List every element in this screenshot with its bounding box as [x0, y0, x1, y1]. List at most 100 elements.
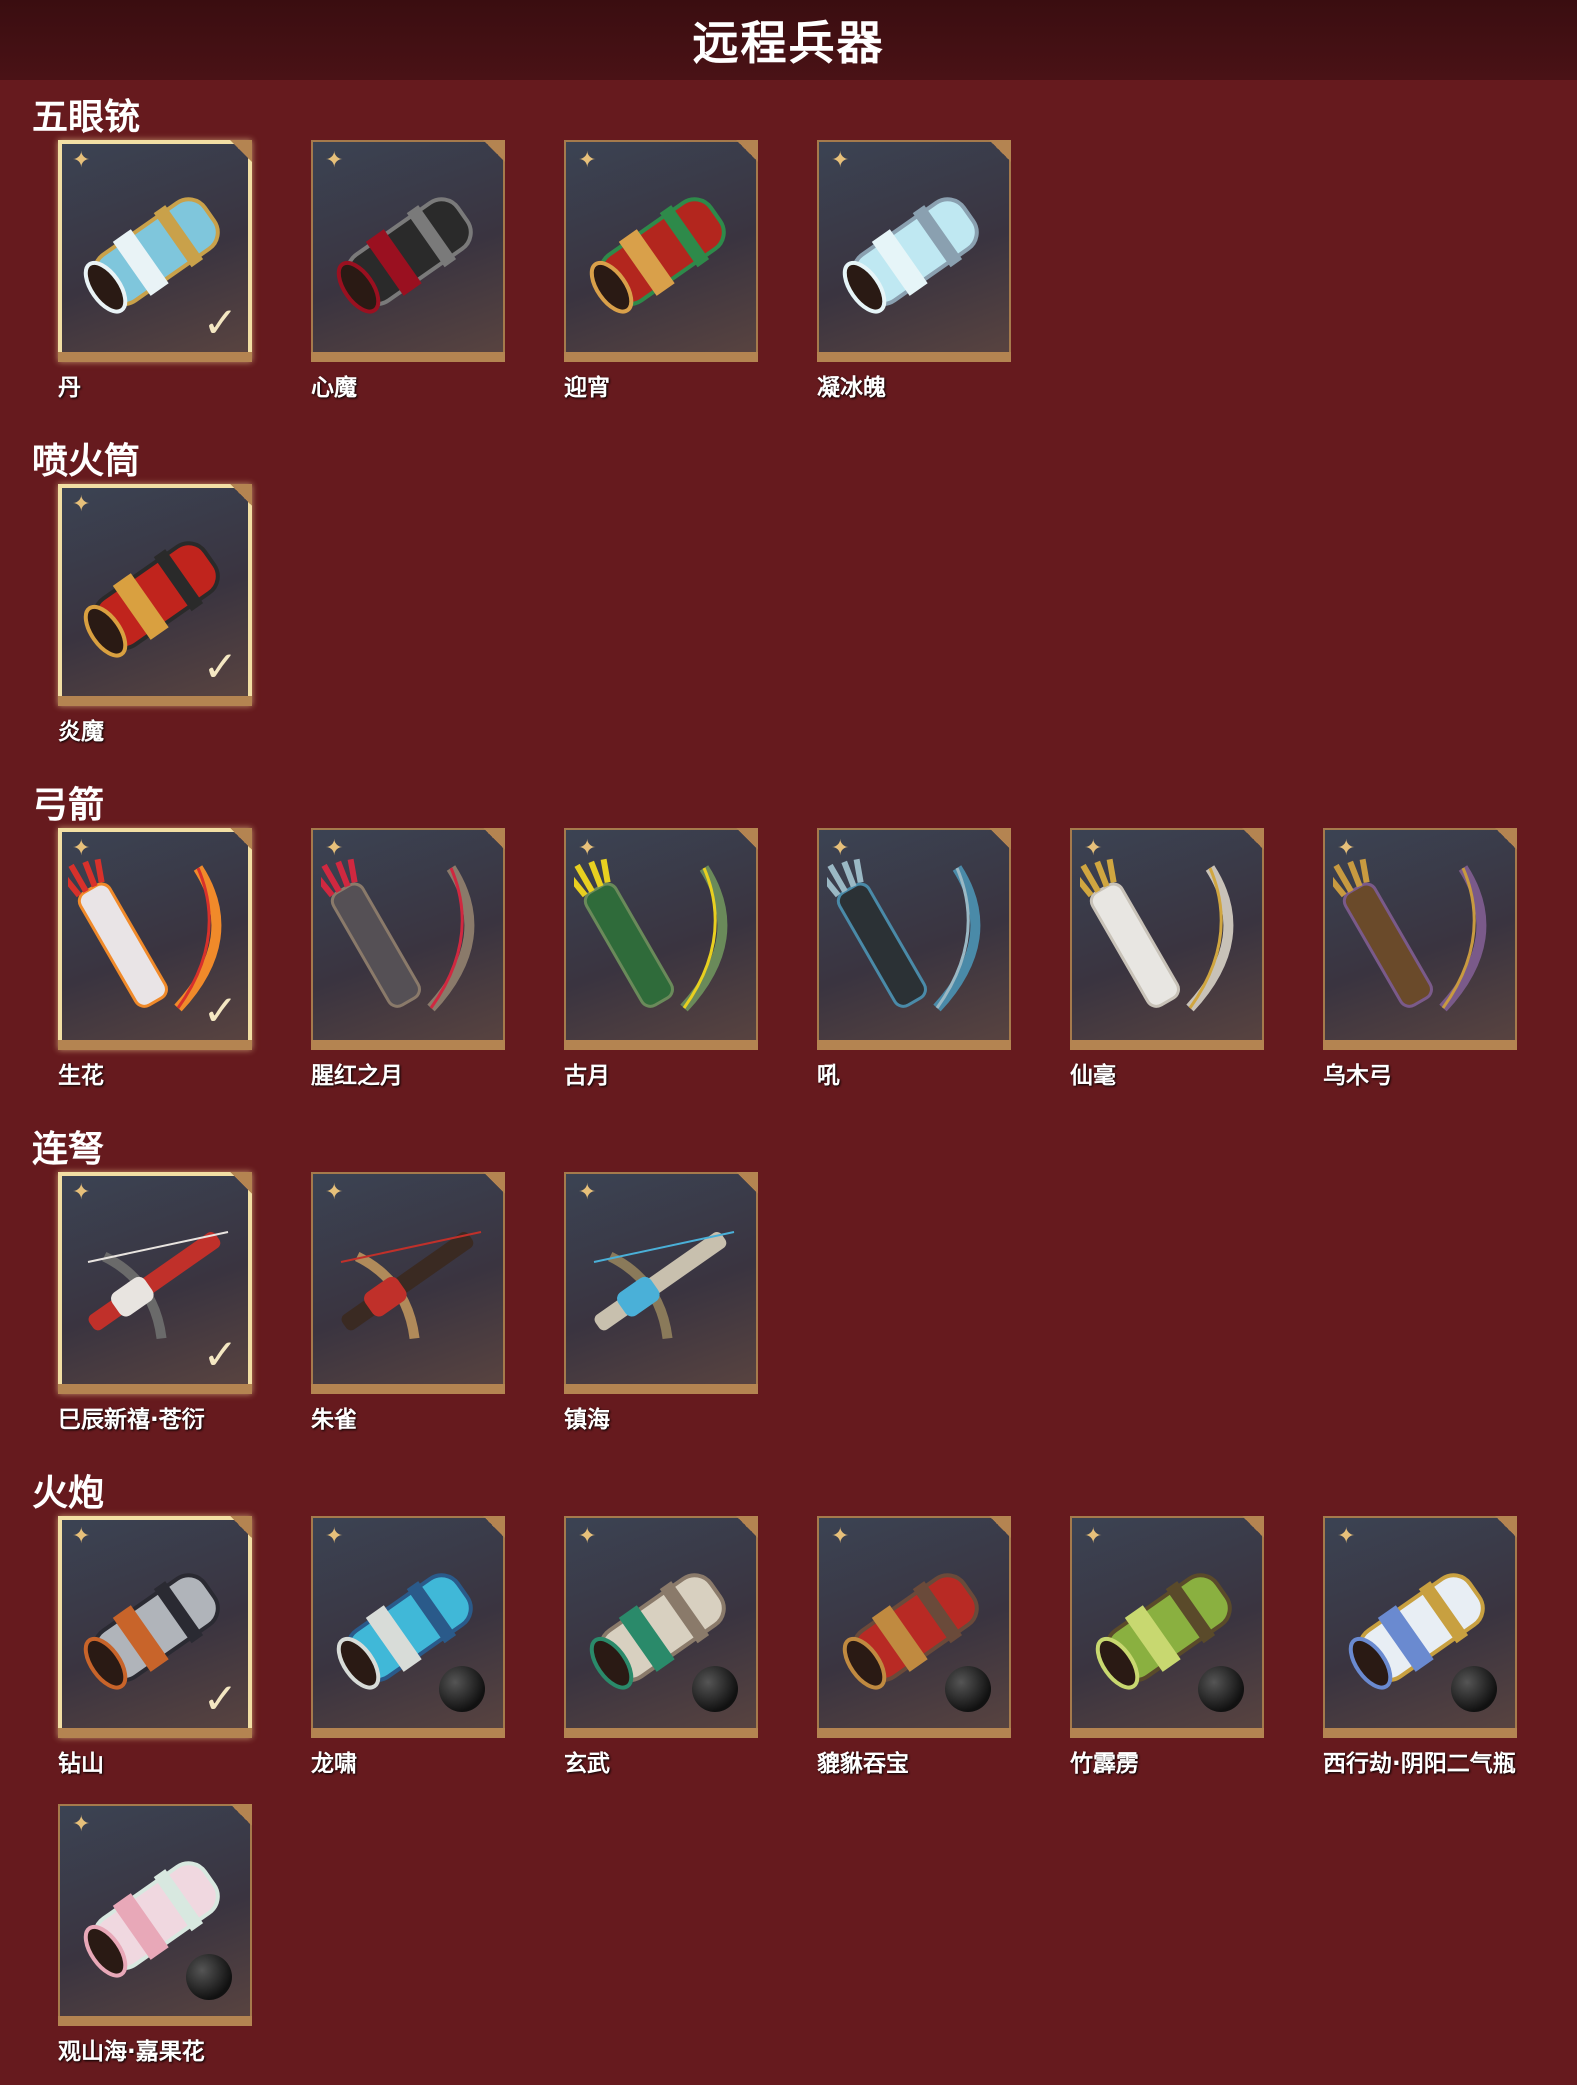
sparkle-icon: ✦ [578, 836, 597, 861]
weapon-name: 巳辰新禧·苍衍 [58, 1407, 205, 1433]
weapon-card[interactable]: ✦ 古月 [564, 828, 758, 1089]
sparkle-icon: ✦ [72, 492, 91, 517]
sparkle-icon: ✦ [831, 836, 850, 861]
weapon-name: 镇海 [564, 1407, 610, 1433]
weapon-name: 吼 [817, 1063, 840, 1089]
weapon-card[interactable]: ✦ 西行劫·阴阳二气瓶 [1323, 1516, 1517, 1777]
sparkle-icon: ✦ [325, 1180, 344, 1205]
cannonball-icon [692, 1666, 738, 1712]
weapon-name: 乌木弓 [1323, 1063, 1392, 1089]
weapon-name: 腥红之月 [311, 1063, 403, 1089]
corner-tab-icon [230, 828, 252, 850]
checkmark-icon: ✓ [202, 986, 238, 1035]
corner-tab-icon [483, 1516, 505, 1538]
weapon-card[interactable]: ✦ 龙啸 [311, 1516, 505, 1777]
corner-tab-icon [736, 140, 758, 162]
card-bottom-strip [564, 1384, 758, 1394]
weapon-card[interactable]: ✦ 乌木弓 [1323, 828, 1517, 1089]
weapon-name: 古月 [564, 1063, 610, 1089]
cannonball-icon [945, 1666, 991, 1712]
weapon-card[interactable]: ✦ 朱雀 [311, 1172, 505, 1433]
corner-tab-icon [230, 484, 252, 506]
sparkle-icon: ✦ [72, 148, 91, 173]
weapon-card[interactable]: ✦ 竹霹雳 [1070, 1516, 1264, 1777]
weapon-name: 迎宵 [564, 375, 610, 401]
corner-tab-icon [989, 140, 1011, 162]
card-bottom-strip [1070, 1728, 1264, 1738]
cannonball-icon [1198, 1666, 1244, 1712]
corner-tab-icon [483, 140, 505, 162]
weapon-name: 貔貅吞宝 [817, 1751, 909, 1777]
card-bottom-strip [311, 1040, 505, 1050]
sparkle-icon: ✦ [325, 1524, 344, 1549]
corner-tab-icon [483, 1172, 505, 1194]
cannonball-icon [186, 1954, 232, 2000]
weapon-card[interactable]: ✦ ✓ 巳辰新禧·苍衍 [58, 1172, 252, 1433]
card-bottom-strip [564, 352, 758, 362]
checkmark-icon: ✓ [202, 298, 238, 347]
cannonball-icon [439, 1666, 485, 1712]
sparkle-icon: ✦ [325, 148, 344, 173]
weapon-card[interactable]: ✦ 腥红之月 [311, 828, 505, 1089]
sparkle-icon: ✦ [72, 836, 91, 861]
sparkle-icon: ✦ [72, 1524, 91, 1549]
weapon-card[interactable]: ✦ 玄武 [564, 1516, 758, 1777]
weapon-name: 心魔 [311, 375, 357, 401]
corner-tab-icon [230, 1804, 252, 1826]
weapon-card[interactable]: ✦ ✓ 丹 [58, 140, 252, 401]
weapon-card[interactable]: ✦ ✓ 炎魔 [58, 484, 252, 745]
page-title: 远程兵器 [692, 16, 885, 70]
top-bar: 远程兵器 [0, 0, 1577, 80]
weapon-image [589, 197, 726, 314]
card-bottom-strip [58, 2016, 252, 2026]
weapon-card[interactable]: ✦ 凝冰魄 [817, 140, 1011, 401]
corner-tab-icon [736, 1516, 758, 1538]
sparkle-icon: ✦ [578, 148, 597, 173]
weapon-card[interactable]: ✦ 观山海·嘉果花 [58, 1804, 252, 2065]
category-title: 火炮 [32, 1473, 105, 1514]
weapon-image [574, 858, 728, 1012]
weapon-card[interactable]: ✦ 心魔 [311, 140, 505, 401]
category-title: 喷火筒 [32, 441, 141, 482]
weapon-image [1080, 858, 1234, 1012]
weapon-name: 炎魔 [58, 719, 104, 745]
sparkle-icon: ✦ [1337, 1524, 1356, 1549]
weapon-card[interactable]: ✦ 貔貅吞宝 [817, 1516, 1011, 1777]
sparkle-icon: ✦ [578, 1524, 597, 1549]
card-bottom-strip [1323, 1728, 1517, 1738]
weapon-name: 生花 [58, 1063, 104, 1089]
checkmark-icon: ✓ [202, 1330, 238, 1379]
weapon-card[interactable]: ✦ 仙毫 [1070, 828, 1264, 1089]
sparkle-icon: ✦ [72, 1812, 91, 1837]
corner-tab-icon [1495, 1516, 1517, 1538]
card-bottom-strip [311, 1384, 505, 1394]
weapon-image [340, 1231, 482, 1340]
weapon-name: 朱雀 [311, 1407, 357, 1433]
weapon-image [1333, 858, 1487, 1012]
corner-tab-icon [483, 828, 505, 850]
weapon-card[interactable]: ✦ 镇海 [564, 1172, 758, 1433]
corner-tab-icon [736, 1172, 758, 1194]
checkmark-icon: ✓ [202, 642, 238, 691]
weapon-image [593, 1231, 735, 1340]
weapon-card[interactable]: ✦ 吼 [817, 828, 1011, 1089]
weapon-card[interactable]: ✦ ✓ 钻山 [58, 1516, 252, 1777]
weapon-card[interactable]: ✦ 迎宵 [564, 140, 758, 401]
card-bottom-strip [58, 1384, 252, 1394]
corner-tab-icon [230, 1516, 252, 1538]
weapon-image [321, 858, 475, 1012]
weapon-name: 西行劫·阴阳二气瓶 [1323, 1751, 1516, 1777]
cannonball-icon [1451, 1666, 1497, 1712]
card-bottom-strip [817, 1728, 1011, 1738]
weapon-name: 丹 [58, 375, 81, 401]
card-bottom-strip [311, 1728, 505, 1738]
corner-tab-icon [736, 828, 758, 850]
weapon-card[interactable]: ✦ ✓ 生花 [58, 828, 252, 1089]
weapon-name: 竹霹雳 [1070, 1751, 1139, 1777]
sparkle-icon: ✦ [578, 1180, 597, 1205]
category-title: 连弩 [32, 1129, 105, 1170]
card-bottom-strip [1323, 1040, 1517, 1050]
sparkle-icon: ✦ [831, 1524, 850, 1549]
sparkle-icon: ✦ [831, 148, 850, 173]
sparkle-icon: ✦ [325, 836, 344, 861]
